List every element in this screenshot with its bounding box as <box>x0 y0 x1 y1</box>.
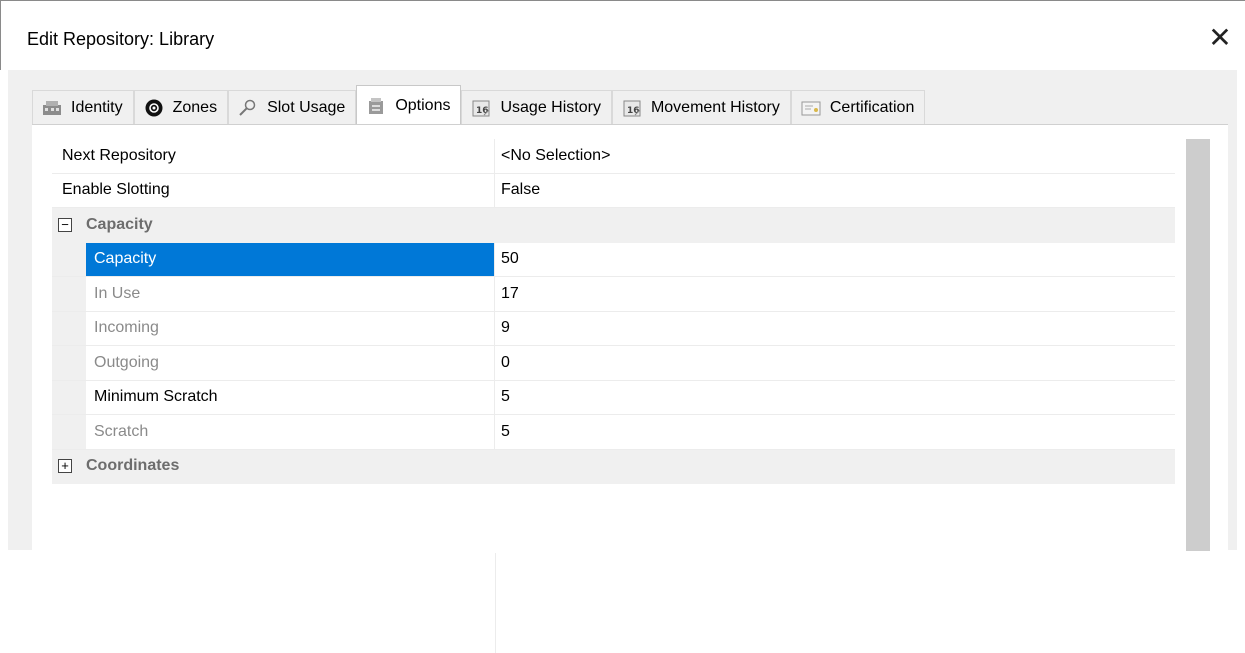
property-name: Outgoing <box>94 353 159 371</box>
calendar-icon: 16 <box>621 99 643 117</box>
tab-label: Movement History <box>650 98 780 116</box>
category-label: Capacity <box>86 215 153 233</box>
category-header: − Capacity <box>52 208 495 243</box>
property-value[interactable]: 17 <box>495 277 1175 312</box>
property-name: Enable Slotting <box>52 173 495 208</box>
property-name-cell: Capacity <box>52 242 495 277</box>
property-value[interactable]: <No Selection> <box>495 139 1175 174</box>
property-value[interactable]: 9 <box>495 312 1175 346</box>
property-name: Minimum Scratch <box>94 388 218 406</box>
scrollbar-thumb[interactable] <box>1186 139 1210 551</box>
property-name-cell: Scratch <box>52 415 495 450</box>
tab-label: Certification <box>829 98 915 116</box>
property-name: Capacity <box>86 242 494 276</box>
tab-certification[interactable]: Certification <box>790 90 926 124</box>
grid-empty-area <box>52 553 496 653</box>
close-icon[interactable]: ✕ <box>1203 21 1237 55</box>
category-header: + Coordinates <box>52 449 495 484</box>
options-icon <box>365 97 387 115</box>
dialog-title: Edit Repository: Library <box>27 29 215 49</box>
property-name-cell: Minimum Scratch <box>52 380 495 415</box>
tab-label: Options <box>395 96 451 114</box>
property-value[interactable]: False <box>495 174 1175 208</box>
property-name-cell: In Use <box>52 277 495 312</box>
tab-options[interactable]: Options <box>356 85 462 125</box>
property-value[interactable]: 0 <box>495 346 1175 381</box>
svg-text:16: 16 <box>627 106 640 116</box>
indent-gutter <box>52 380 86 414</box>
property-row-minimum-scratch[interactable]: Minimum Scratch 5 <box>52 380 1182 415</box>
property-name: Next Repository <box>52 139 495 174</box>
tab-strip: Identity Zones Slot Usage Options 16 Usa… <box>32 84 926 125</box>
property-name-cell: Outgoing <box>52 346 495 381</box>
indent-gutter <box>52 311 86 345</box>
expand-icon[interactable]: + <box>58 459 72 474</box>
tab-label: Zones <box>172 98 218 116</box>
property-row-next-repository[interactable]: Next Repository <No Selection> <box>52 139 1182 174</box>
tab-slot-usage[interactable]: Slot Usage <box>228 90 357 124</box>
category-capacity[interactable]: − Capacity <box>52 208 1182 243</box>
property-value[interactable]: 50 <box>495 243 1175 277</box>
certificate-icon <box>800 99 822 117</box>
property-row-enable-slotting[interactable]: Enable Slotting False <box>52 173 1182 208</box>
dialog-titlebar: Edit Repository: Library ✕ <box>0 0 1245 70</box>
property-row-in-use[interactable]: In Use 17 <box>52 277 1182 312</box>
tab-zones[interactable]: Zones <box>133 90 229 124</box>
category-value <box>495 449 1175 484</box>
category-label: Coordinates <box>86 457 180 475</box>
indent-gutter <box>52 415 86 449</box>
vertical-scrollbar[interactable] <box>1186 139 1210 551</box>
tab-usage-history[interactable]: 16 Usage History <box>461 90 612 124</box>
property-row-outgoing[interactable]: Outgoing 0 <box>52 346 1182 381</box>
property-value[interactable]: 5 <box>495 415 1175 450</box>
property-value[interactable]: 5 <box>495 381 1175 415</box>
property-row-capacity[interactable]: Capacity 50 <box>52 242 1182 277</box>
zones-icon <box>143 99 165 117</box>
property-grid: Next Repository <No Selection> Enable Sl… <box>52 139 1182 484</box>
property-name: Incoming <box>94 319 159 337</box>
property-row-scratch[interactable]: Scratch 5 <box>52 415 1182 450</box>
property-row-incoming[interactable]: Incoming 9 <box>52 311 1182 346</box>
magnifier-icon <box>237 99 259 117</box>
svg-text:16: 16 <box>476 106 489 116</box>
options-panel: Next Repository <No Selection> Enable Sl… <box>32 124 1228 653</box>
indent-gutter <box>52 277 86 311</box>
property-name-cell: Incoming <box>52 311 495 346</box>
property-name: Scratch <box>94 422 149 440</box>
tab-label: Usage History <box>500 98 601 116</box>
tab-label: Slot Usage <box>267 98 346 116</box>
tab-movement-history[interactable]: 16 Movement History <box>611 90 791 124</box>
dialog-body: Identity Zones Slot Usage Options 16 Usa… <box>8 70 1237 653</box>
category-value <box>495 208 1175 243</box>
property-name: In Use <box>94 284 141 302</box>
tab-identity[interactable]: Identity <box>32 90 134 124</box>
calendar-icon: 16 <box>470 99 492 117</box>
identity-icon <box>41 99 63 117</box>
indent-gutter <box>52 346 86 380</box>
indent-gutter <box>52 242 86 276</box>
collapse-icon[interactable]: − <box>58 217 72 232</box>
tab-label: Identity <box>71 98 123 116</box>
category-coordinates[interactable]: + Coordinates <box>52 449 1182 484</box>
